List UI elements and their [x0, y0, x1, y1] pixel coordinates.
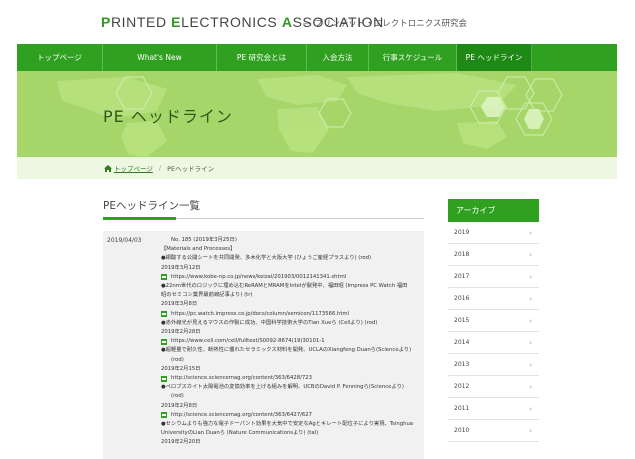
external-link-icon	[161, 274, 167, 281]
chevron-right-icon: ›	[529, 382, 532, 391]
page-title: PE ヘッドライン	[103, 107, 233, 126]
logo-initial: A	[281, 14, 293, 30]
archive-year-item[interactable]: 2011 ›	[448, 398, 539, 420]
logo-initial: E	[171, 14, 182, 30]
headline-text: 2019年3月8日	[161, 301, 198, 308]
breadcrumb-home-link[interactable]: トップページ	[114, 163, 153, 173]
headline-link-row: https://www.cell.com/cell/fulltext/S0092…	[161, 337, 421, 346]
chevron-right-icon: ›	[529, 338, 532, 347]
headline-url[interactable]: https://www.cell.com/cell/fulltext/S0092…	[171, 337, 325, 346]
headline-link-row: https://www.kobe-np.co.jp/news/keizai/20…	[161, 273, 421, 282]
chevron-right-icon: ›	[529, 250, 532, 259]
archive-year-item[interactable]: 2010 ›	[448, 420, 539, 442]
headline-text: ●赤外線光が見えるマウスの作製に成功、中国科学技術大学のTian Xueら (C…	[161, 319, 378, 326]
archive-year-item[interactable]: 2016 ›	[448, 288, 539, 310]
headline-text: ●ペロブスカイト太陽電池の変換効率を上げる組みを解明、UCBのDavid P. …	[161, 384, 404, 391]
headline-text: 2019年3月12日	[161, 264, 201, 271]
archive-year-label: 2013	[454, 361, 470, 368]
archive-year-item[interactable]: 2017 ›	[448, 266, 539, 288]
nav-item[interactable]: PE ヘッドライン	[457, 44, 532, 71]
headline-text: 2019年2月15日	[161, 365, 201, 372]
entry-date: 2019/04/03	[107, 237, 142, 244]
headline-text: No. 185 (2019年3月25日)	[171, 237, 237, 243]
chevron-right-icon: ›	[529, 360, 532, 369]
section-heading: PEヘッドライン一覧	[103, 198, 424, 220]
hero-banner: PE ヘッドライン	[17, 71, 617, 157]
archive-heading: アーカイブ	[448, 199, 539, 222]
headline-text: 2019年2月20日	[161, 439, 201, 446]
home-icon	[104, 164, 112, 172]
logo-initial: P	[101, 14, 111, 30]
headline-link-row: http://science.sciencemag.org/content/36…	[161, 374, 421, 383]
headline-text: ●セシウムよりも強力な電子ドーパント効果を大気中で安定なAgとキレート配位子によ…	[161, 421, 414, 428]
headline-text: 2019年2月28日	[161, 329, 201, 336]
archive-year-label: 2019	[454, 229, 470, 236]
nav-item[interactable]: 行事スケジュール	[369, 44, 457, 71]
external-link-icon	[161, 338, 167, 345]
headline-text: (rod)	[171, 356, 184, 363]
headline-url[interactable]: https://pc.watch.impress.co.jp/docs/colu…	[171, 310, 349, 319]
archive-year-item[interactable]: 2013 ›	[448, 354, 539, 376]
main-nav: トップページ What's New PE 研究会とは 入会方法 行事スケジュール PE ヘ…	[17, 44, 617, 71]
chevron-right-icon: ›	[529, 272, 532, 281]
archive-year-label: 2012	[454, 383, 470, 390]
breadcrumb: トップページ / PEヘッドライン	[17, 157, 617, 179]
archive-year-item[interactable]: 2012 ›	[448, 376, 539, 398]
site-header: PRINTED ELECTRONICS ASSOCIATION — プリンテッド…	[0, 0, 635, 44]
headline-list: 2019/04/03 No. 185 (2019年3月25日) 【Material…	[103, 231, 424, 459]
headline-url[interactable]: http://science.sciencemag.org/content/36…	[171, 374, 312, 383]
headline-url[interactable]: https://www.kobe-np.co.jp/news/keizai/20…	[171, 273, 346, 282]
headline-text: ●超軽量で耐久性、断熱性に優れたセラミックス材料を開発、UCLAのXiangfe…	[161, 347, 412, 354]
chevron-right-icon: ›	[529, 404, 532, 413]
headline-url[interactable]: http://science.sciencemag.org/content/36…	[171, 411, 312, 420]
entry-body: No. 185 (2019年3月25日) 【Materials and Proce…	[161, 236, 421, 448]
external-link-icon	[161, 375, 167, 382]
archive-year-label: 2014	[454, 339, 470, 346]
external-link-icon	[161, 311, 167, 318]
headline-link-row: https://pc.watch.impress.co.jp/docs/colu…	[161, 310, 421, 319]
nav-item[interactable]: PE 研究会とは	[217, 44, 307, 71]
headline-text: 【Materials and Processes】	[161, 246, 236, 253]
archive-year-label: 2018	[454, 251, 470, 258]
archive-year-item[interactable]: 2014 ›	[448, 332, 539, 354]
nav-item[interactable]: トップページ	[17, 44, 103, 71]
archive-year-item[interactable]: 2019 ›	[448, 222, 539, 244]
headline-text: ●22nm世代のロジックに埋め込むReRAMとMRAMをIntelが製発中、福田…	[161, 283, 408, 290]
chevron-right-icon: ›	[529, 426, 532, 435]
archive-year-label: 2011	[454, 405, 470, 412]
archive-year-label: 2015	[454, 317, 470, 324]
chevron-right-icon: ›	[529, 316, 532, 325]
external-link-icon	[161, 412, 167, 419]
chevron-right-icon: ›	[529, 294, 532, 303]
breadcrumb-separator: /	[158, 164, 162, 172]
headline-text: 2019年2月8日	[161, 402, 198, 409]
archive-year-label: 2016	[454, 295, 470, 302]
archive-year-item[interactable]: 2018 ›	[448, 244, 539, 266]
logo-subtitle: — プリンテッド・エレクトロニクス研究会	[303, 19, 467, 29]
headline-text: ●銅酸する公開シートを共同開発、多木化学と大阪大学 (ひょうご産経プラスより) …	[161, 255, 372, 262]
archive-list: 2019 › 2018 › 2017 › 2016 › 2015 › 2014 › 2013 › 2012 ›…	[448, 222, 539, 442]
headline-text: UniversityのLian Duanら (Nature Communicat…	[161, 430, 319, 437]
headline-link-row: http://science.sciencemag.org/content/36…	[161, 411, 421, 420]
nav-item[interactable]: 入会方法	[307, 44, 369, 71]
archive-year-item[interactable]: 2015 ›	[448, 310, 539, 332]
nav-item[interactable]: What's New	[103, 44, 217, 71]
breadcrumb-current: PEヘッドライン	[167, 165, 215, 173]
headline-text: 昭のセミコン業界最前線記事より) (tr)	[161, 292, 253, 299]
archive-year-label: 2017	[454, 273, 470, 280]
logo-word: RINTED	[110, 14, 172, 30]
archive-year-label: 2010	[454, 427, 470, 434]
logo-word: LECTRONICS	[181, 14, 282, 30]
chevron-right-icon: ›	[529, 228, 532, 237]
headline-text: (rod)	[171, 393, 184, 400]
